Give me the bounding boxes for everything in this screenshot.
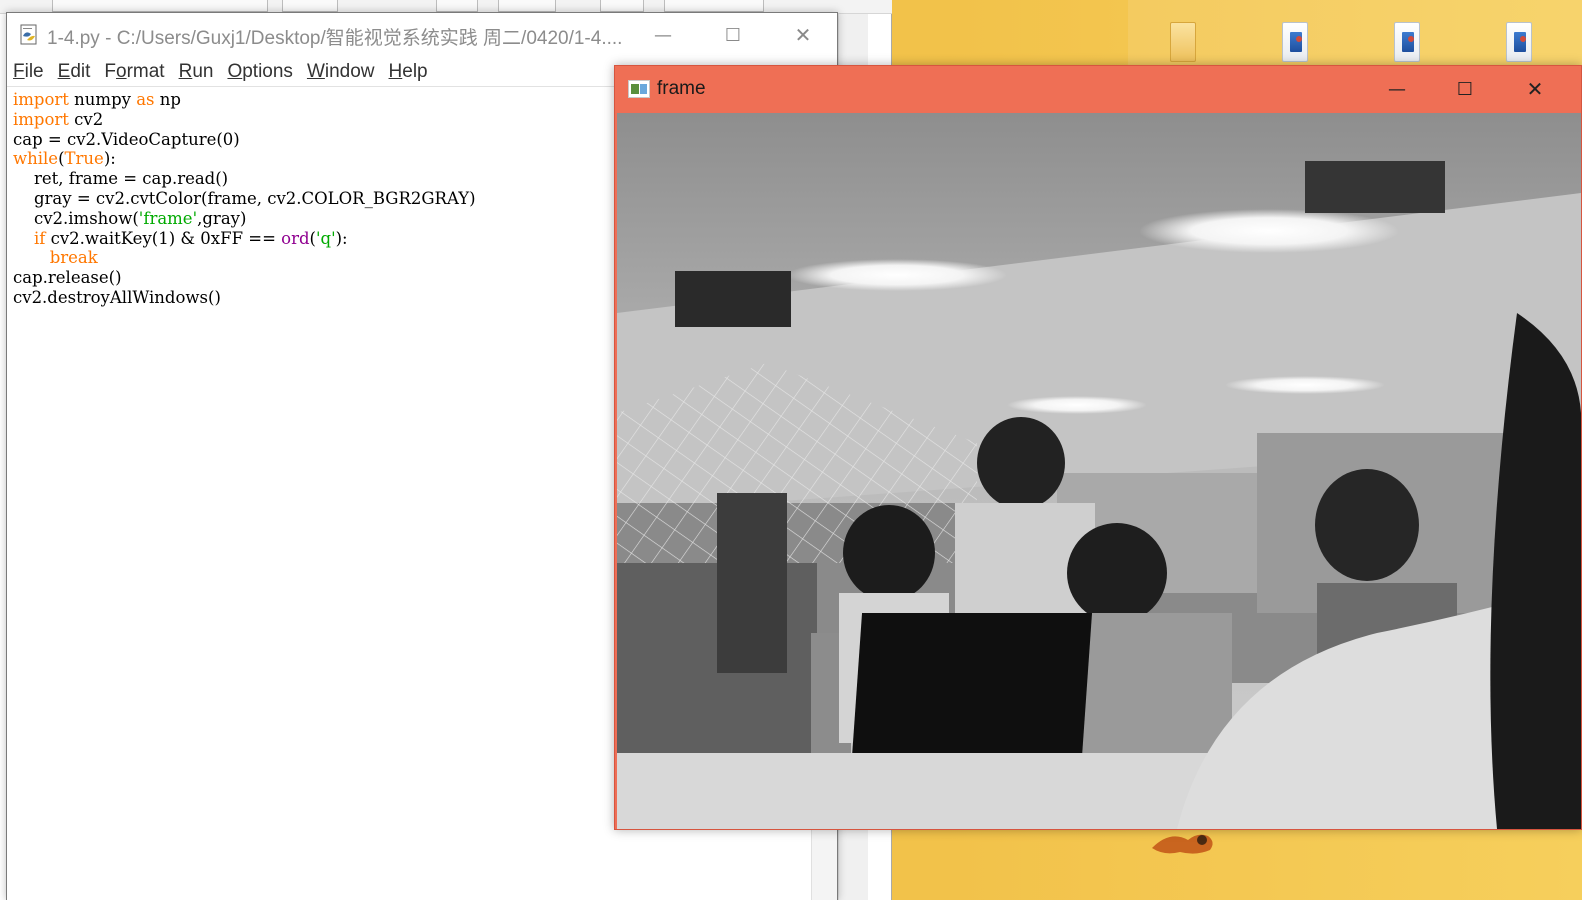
menu-options[interactable]: Options xyxy=(227,61,292,83)
desktop-document-icon[interactable] xyxy=(1392,22,1424,64)
python-file-icon xyxy=(20,24,37,45)
frame-window-title: frame xyxy=(657,78,706,99)
frame-titlebar[interactable]: frame — ☐ ✕ xyxy=(615,66,1581,112)
webcam-grayscale-image xyxy=(617,113,1581,829)
minimize-button[interactable]: — xyxy=(1363,66,1431,112)
menu-window[interactable]: Window xyxy=(307,61,375,83)
maximize-button[interactable]: ☐ xyxy=(1431,66,1499,112)
desktop-document-icon[interactable] xyxy=(1504,22,1536,64)
menu-run[interactable]: Run xyxy=(179,61,214,83)
close-button[interactable]: ✕ xyxy=(769,13,837,57)
window-title: 1-4.py - C:/Users/Guxj1/Desktop/智能视觉系统实践… xyxy=(47,28,623,49)
idle-titlebar[interactable]: 1-4.py - C:/Users/Guxj1/Desktop/智能视觉系统实践… xyxy=(7,13,837,57)
menu-file[interactable]: File xyxy=(13,61,44,83)
desktop-document-icon[interactable] xyxy=(1280,22,1312,64)
menu-help[interactable]: Help xyxy=(389,61,428,83)
close-button[interactable]: ✕ xyxy=(1501,66,1569,112)
opencv-window-icon xyxy=(628,80,650,98)
menu-format[interactable]: Format xyxy=(104,61,164,83)
minimize-button[interactable]: — xyxy=(629,13,697,57)
desktop-folder-icon[interactable] xyxy=(1168,22,1200,64)
menu-edit[interactable]: Edit xyxy=(58,61,91,83)
maximize-button[interactable]: ☐ xyxy=(699,13,767,57)
mascot-icon xyxy=(1152,834,1213,854)
frame-window[interactable]: frame — ☐ ✕ xyxy=(614,65,1582,830)
